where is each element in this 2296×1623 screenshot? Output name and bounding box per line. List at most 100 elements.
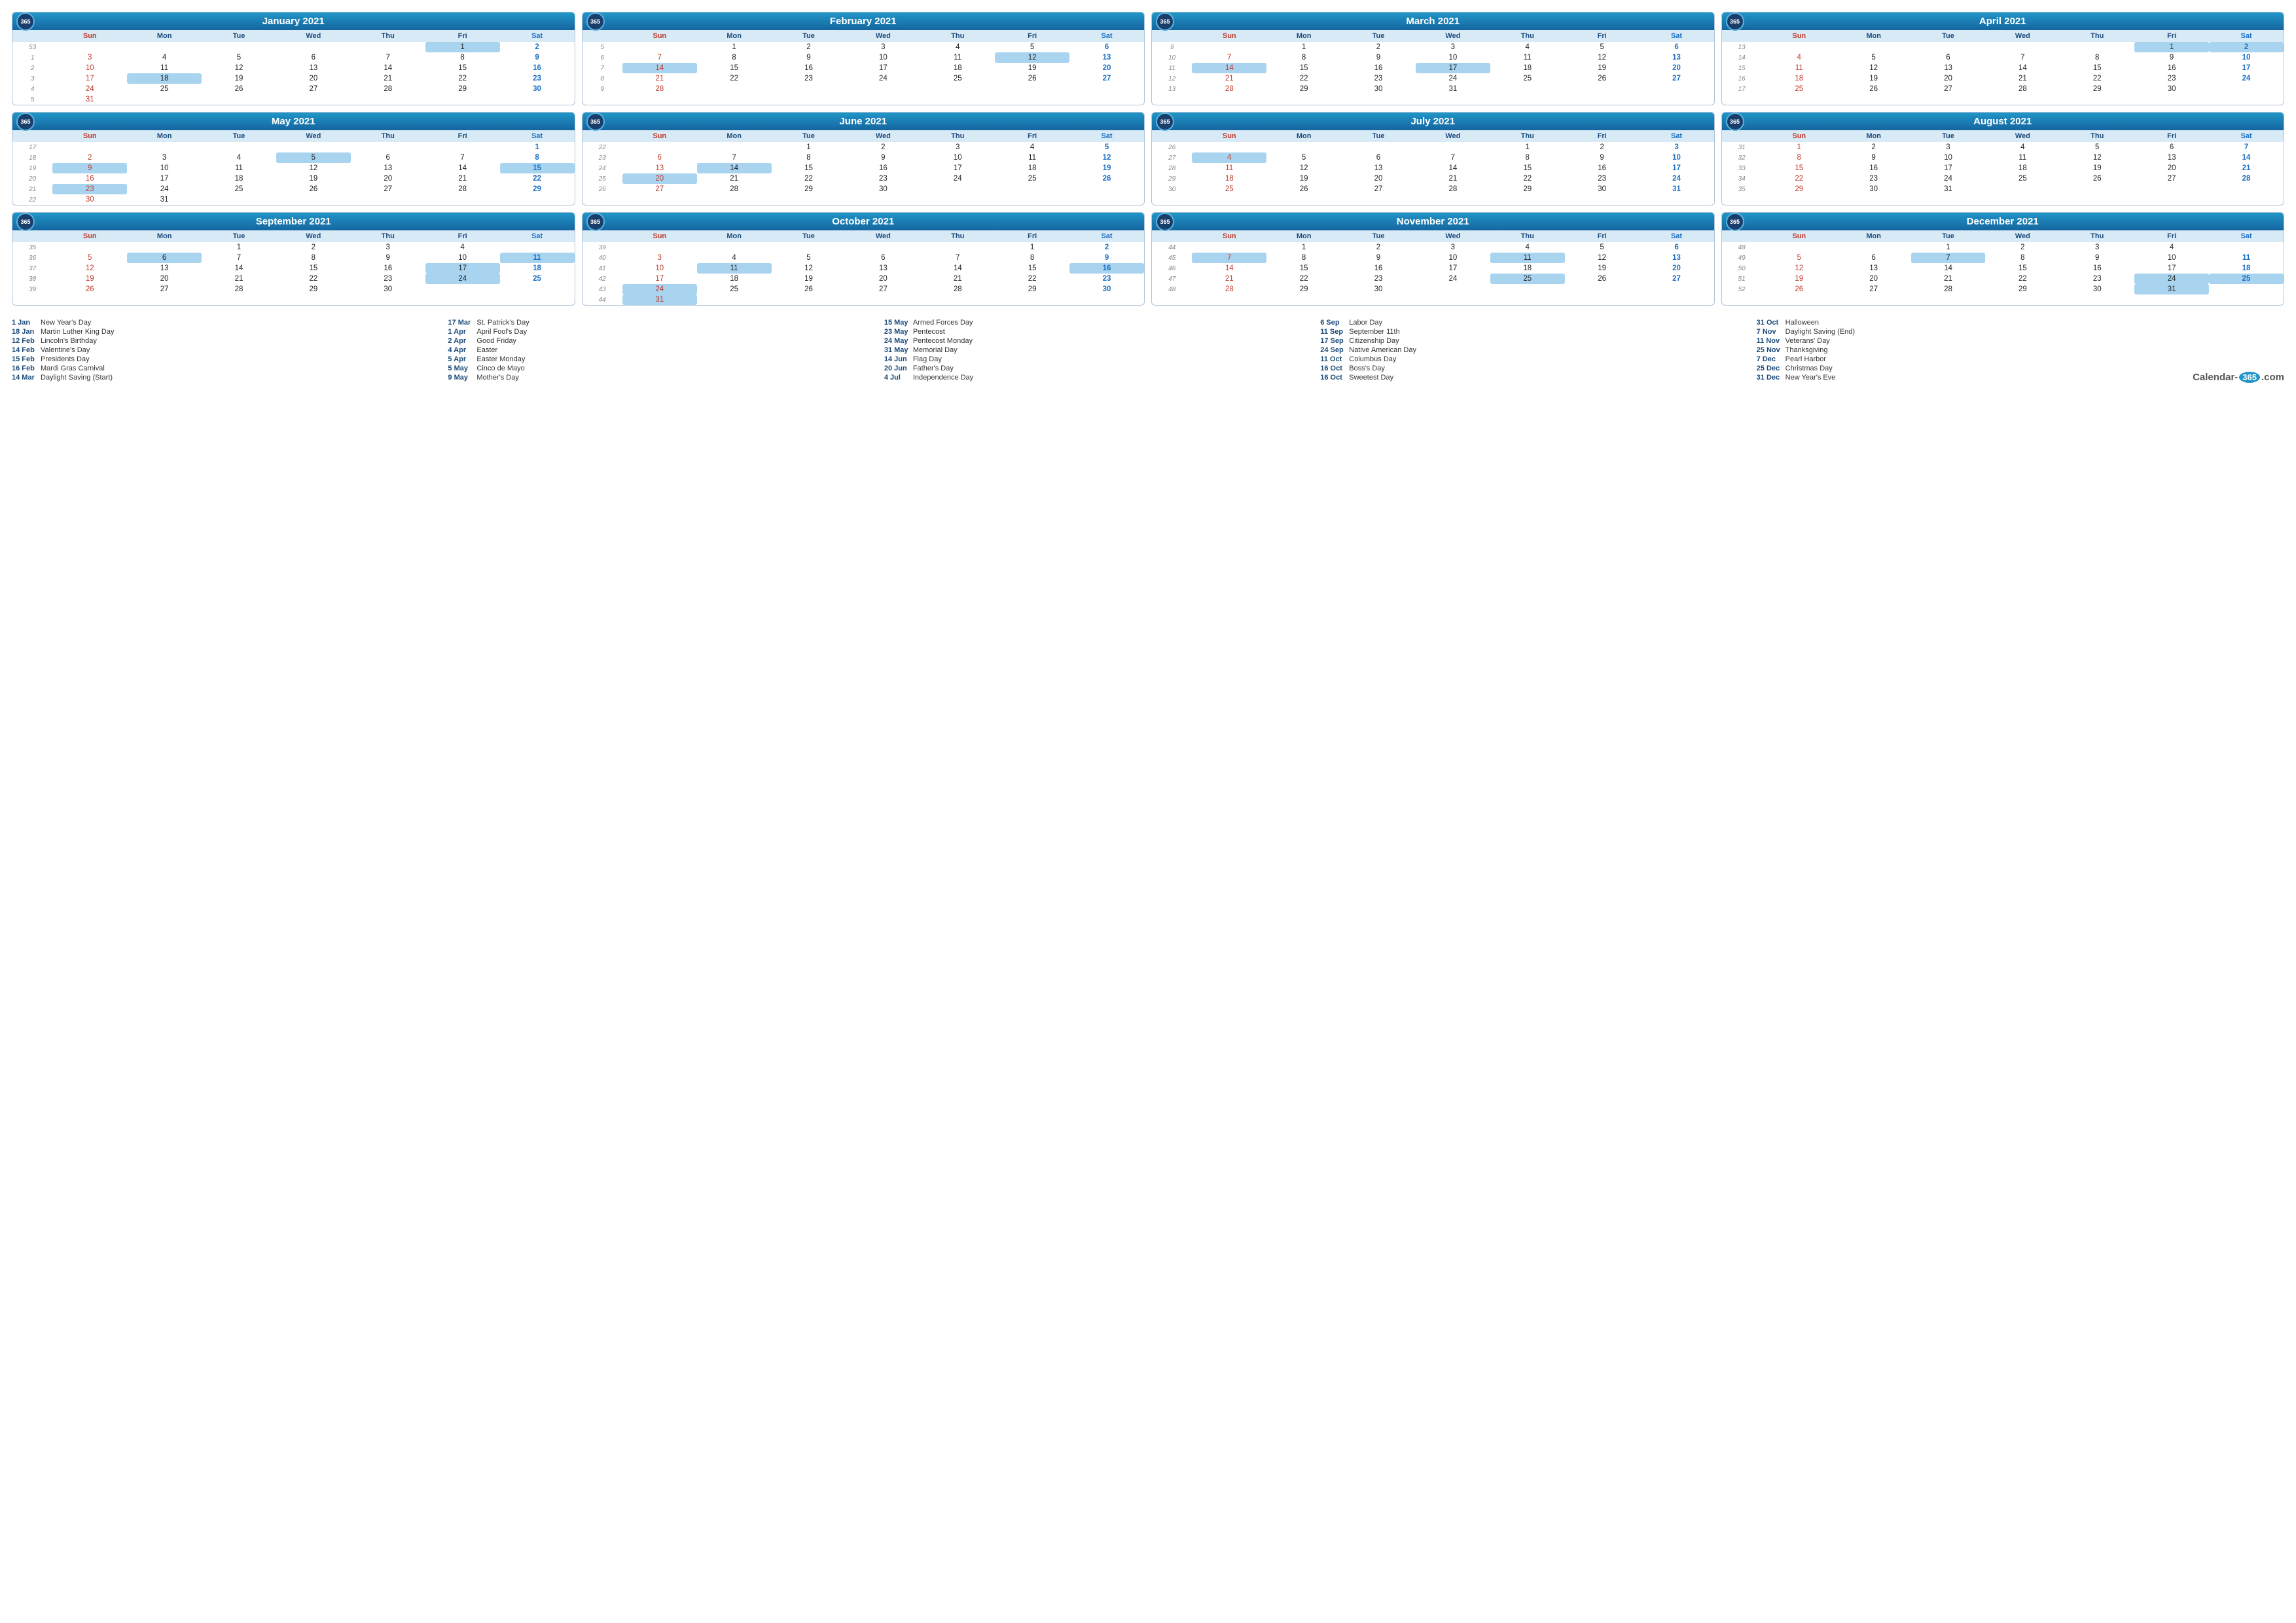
day-cell[interactable]: 5 — [1837, 52, 1911, 63]
day-cell[interactable]: 17 — [425, 263, 500, 274]
day-cell[interactable]: 2 — [846, 142, 920, 152]
day-cell[interactable]: 3 — [2060, 242, 2134, 253]
day-cell[interactable]: 24 — [622, 284, 697, 294]
day-cell[interactable]: 29 — [1985, 284, 2060, 294]
day-cell[interactable]: 25 — [1985, 173, 2060, 184]
day-cell[interactable]: 10 — [920, 152, 995, 163]
day-cell[interactable]: 18 — [127, 73, 202, 84]
day-cell[interactable]: 17 — [846, 63, 920, 73]
day-cell[interactable]: 17 — [1416, 263, 1490, 274]
day-cell[interactable]: 14 — [1192, 63, 1266, 73]
day-cell[interactable]: 23 — [1069, 274, 1144, 284]
day-cell[interactable]: 15 — [995, 263, 1069, 274]
day-cell[interactable]: 4 — [1192, 152, 1266, 163]
day-cell[interactable]: 22 — [772, 173, 846, 184]
day-cell[interactable]: 21 — [2209, 163, 2284, 173]
day-cell[interactable]: 1 — [202, 242, 276, 253]
day-cell[interactable] — [622, 42, 697, 52]
day-cell[interactable] — [500, 94, 575, 105]
day-cell[interactable]: 28 — [202, 284, 276, 294]
day-cell[interactable]: 31 — [127, 194, 202, 205]
day-cell[interactable]: 2 — [1341, 42, 1416, 52]
day-cell[interactable]: 25 — [202, 184, 276, 194]
day-cell[interactable]: 13 — [1837, 263, 1911, 274]
day-cell[interactable]: 25 — [1192, 184, 1266, 194]
day-cell[interactable]: 22 — [1266, 274, 1341, 284]
day-cell[interactable] — [697, 142, 772, 152]
day-cell[interactable]: 20 — [1911, 73, 1986, 84]
day-cell[interactable]: 26 — [52, 284, 127, 294]
day-cell[interactable]: 29 — [1266, 84, 1341, 94]
day-cell[interactable]: 1 — [500, 142, 575, 152]
day-cell[interactable] — [1762, 242, 1837, 253]
day-cell[interactable]: 27 — [1069, 73, 1144, 84]
day-cell[interactable]: 3 — [846, 42, 920, 52]
day-cell[interactable]: 17 — [2134, 263, 2209, 274]
day-cell[interactable]: 7 — [920, 253, 995, 263]
day-cell[interactable]: 6 — [1911, 52, 1986, 63]
day-cell[interactable]: 24 — [127, 184, 202, 194]
day-cell[interactable]: 10 — [1416, 253, 1490, 263]
day-cell[interactable]: 7 — [351, 52, 425, 63]
day-cell[interactable] — [846, 84, 920, 94]
day-cell[interactable] — [276, 42, 351, 52]
day-cell[interactable]: 23 — [1565, 173, 1640, 184]
day-cell[interactable]: 22 — [2060, 73, 2134, 84]
day-cell[interactable]: 18 — [202, 173, 276, 184]
day-cell[interactable] — [920, 84, 995, 94]
day-cell[interactable]: 30 — [2060, 284, 2134, 294]
day-cell[interactable]: 30 — [1069, 284, 1144, 294]
day-cell[interactable]: 7 — [1192, 52, 1266, 63]
day-cell[interactable]: 3 — [351, 242, 425, 253]
day-cell[interactable]: 13 — [276, 63, 351, 73]
day-cell[interactable]: 11 — [995, 152, 1069, 163]
day-cell[interactable]: 4 — [995, 142, 1069, 152]
day-cell[interactable] — [1490, 84, 1565, 94]
day-cell[interactable]: 8 — [1490, 152, 1565, 163]
day-cell[interactable]: 22 — [1985, 274, 2060, 284]
day-cell[interactable] — [202, 142, 276, 152]
day-cell[interactable]: 27 — [351, 184, 425, 194]
day-cell[interactable]: 26 — [1565, 274, 1640, 284]
day-cell[interactable] — [1192, 42, 1266, 52]
day-cell[interactable]: 10 — [2134, 253, 2209, 263]
day-cell[interactable]: 9 — [1837, 152, 1911, 163]
day-cell[interactable] — [351, 94, 425, 105]
day-cell[interactable]: 4 — [425, 242, 500, 253]
day-cell[interactable] — [920, 184, 995, 194]
day-cell[interactable]: 1 — [1490, 142, 1565, 152]
day-cell[interactable] — [1640, 84, 1714, 94]
day-cell[interactable]: 19 — [1266, 173, 1341, 184]
day-cell[interactable]: 27 — [1640, 73, 1714, 84]
day-cell[interactable]: 28 — [2209, 173, 2284, 184]
day-cell[interactable]: 23 — [846, 173, 920, 184]
day-cell[interactable] — [127, 42, 202, 52]
day-cell[interactable]: 5 — [202, 52, 276, 63]
day-cell[interactable]: 6 — [846, 253, 920, 263]
day-cell[interactable]: 20 — [2134, 163, 2209, 173]
day-cell[interactable] — [2209, 242, 2284, 253]
day-cell[interactable]: 24 — [1911, 173, 1986, 184]
day-cell[interactable]: 3 — [52, 52, 127, 63]
day-cell[interactable] — [846, 294, 920, 305]
day-cell[interactable]: 10 — [1640, 152, 1714, 163]
day-cell[interactable] — [772, 294, 846, 305]
day-cell[interactable]: 31 — [52, 94, 127, 105]
day-cell[interactable]: 21 — [697, 173, 772, 184]
day-cell[interactable]: 23 — [2134, 73, 2209, 84]
day-cell[interactable] — [52, 42, 127, 52]
day-cell[interactable] — [697, 294, 772, 305]
day-cell[interactable] — [1416, 284, 1490, 294]
day-cell[interactable]: 6 — [1837, 253, 1911, 263]
day-cell[interactable]: 26 — [1565, 73, 1640, 84]
day-cell[interactable]: 23 — [1341, 73, 1416, 84]
day-cell[interactable]: 25 — [1490, 73, 1565, 84]
day-cell[interactable]: 14 — [697, 163, 772, 173]
day-cell[interactable]: 22 — [1762, 173, 1837, 184]
day-cell[interactable]: 19 — [276, 173, 351, 184]
day-cell[interactable]: 2 — [500, 42, 575, 52]
day-cell[interactable]: 15 — [1490, 163, 1565, 173]
day-cell[interactable]: 24 — [52, 84, 127, 94]
day-cell[interactable]: 23 — [772, 73, 846, 84]
day-cell[interactable] — [772, 242, 846, 253]
